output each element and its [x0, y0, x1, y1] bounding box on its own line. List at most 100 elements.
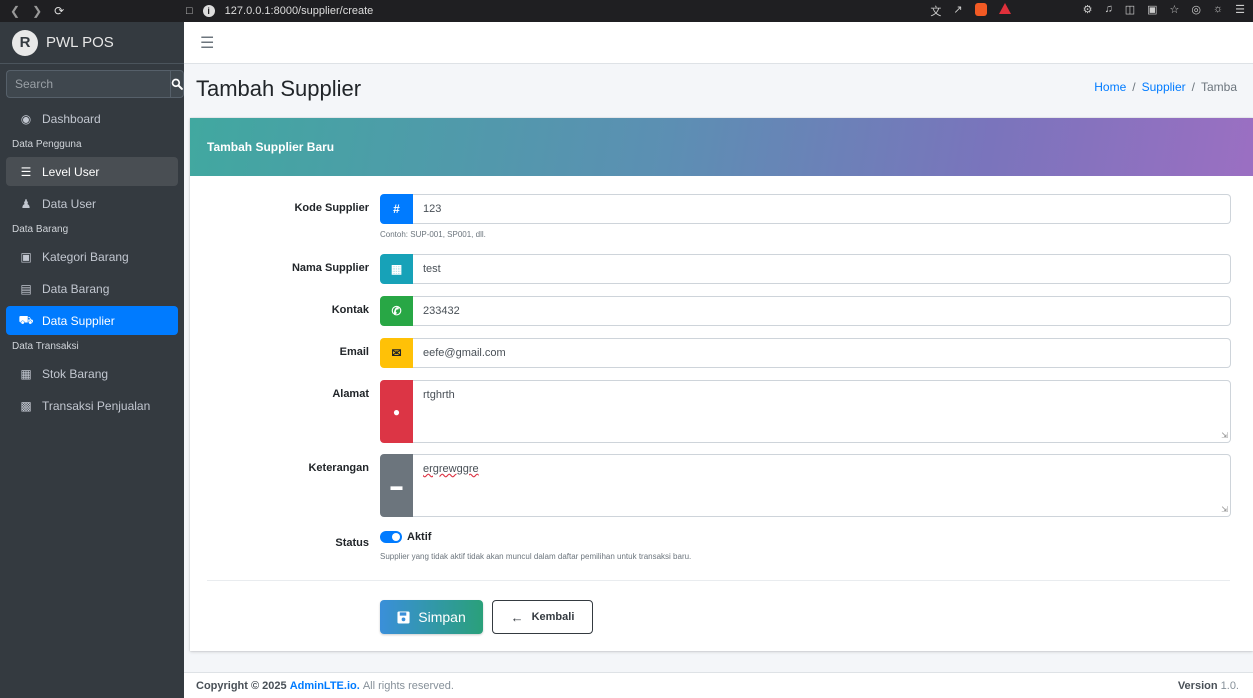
- translate-icon[interactable]: 文: [930, 3, 941, 19]
- sidebar-item-dashboard[interactable]: ◉ Dashboard: [6, 104, 178, 133]
- nama-supplier-label: Nama Supplier: [291, 262, 369, 274]
- keterangan-label: Keterangan: [308, 462, 369, 474]
- save-button[interactable]: Simpan: [380, 600, 483, 634]
- version-label: Version: [1177, 679, 1218, 692]
- search-button[interactable]: [170, 70, 184, 98]
- save-icon: [397, 610, 410, 624]
- sidebar-item-label: Dashboard: [42, 111, 101, 126]
- bookmark-icon[interactable]: □: [186, 5, 193, 17]
- kode-supplier-input[interactable]: 123: [413, 194, 1231, 224]
- kode-supplier-label: Kode Supplier: [294, 202, 369, 214]
- back-button-label: Kembali: [531, 611, 575, 623]
- sidebar-item-label: Level User: [42, 164, 100, 179]
- breadcrumb-separator: /: [1132, 80, 1136, 94]
- kode-supplier-help: Contoh: SUP-001, SP001, dll.: [380, 230, 486, 239]
- share-icon[interactable]: ↗: [953, 3, 962, 19]
- status-help: Supplier yang tidak aktif tidak akan mun…: [380, 552, 692, 561]
- phone-icon: ✆: [380, 296, 413, 326]
- sidebar-item-level-user[interactable]: ☰ Level User: [6, 157, 178, 186]
- back-icon[interactable]: ❮: [10, 4, 20, 18]
- browser-toolbar: ❮ ❯ ⟳ □ i 127.0.0.1:8000/supplier/create…: [0, 0, 1253, 22]
- layer-group-icon: ☰: [20, 164, 32, 179]
- alamat-value: rtghrth: [423, 389, 455, 401]
- sidebar-item-data-user[interactable]: ♟ Data User: [6, 189, 178, 218]
- hamburger-menu-icon[interactable]: ☰: [200, 33, 214, 53]
- footer-copyright: Copyright © 2025: [196, 679, 287, 692]
- status-toggle[interactable]: Aktif: [380, 531, 431, 543]
- user-icon: ♟: [20, 196, 32, 211]
- card-title: Tambah Supplier Baru: [190, 118, 1253, 176]
- sidebar-item-kategori-barang[interactable]: ▣ Kategori Barang: [6, 242, 178, 271]
- alamat-textarea[interactable]: rtghrth ⇲: [413, 380, 1231, 443]
- top-navbar: ☰: [184, 22, 1253, 64]
- reload-icon[interactable]: ⟳: [54, 4, 64, 18]
- brand-link[interactable]: R PWL POS: [0, 22, 184, 64]
- site-info-icon[interactable]: i: [202, 5, 215, 17]
- brave-rewards-icon[interactable]: [998, 3, 1011, 14]
- breadcrumb: Home / Supplier / Tamba: [1094, 80, 1237, 94]
- back-button[interactable]: ← Kembali: [492, 600, 593, 634]
- sidebar-search-input[interactable]: [6, 70, 170, 98]
- main-footer: Copyright © 2025 AdminLTE.io. All rights…: [184, 672, 1253, 698]
- sidebar-item-stok-barang[interactable]: ▦ Stok Barang: [6, 359, 178, 388]
- resize-grip-icon[interactable]: ⇲: [1221, 505, 1228, 514]
- breadcrumb-home[interactable]: Home: [1094, 80, 1126, 94]
- status-label: Status: [335, 537, 369, 549]
- keterangan-textarea[interactable]: ergrewggre ⇲: [413, 454, 1231, 517]
- kontak-input[interactable]: 233432: [413, 296, 1231, 326]
- sidebar-header-barang: Data Barang: [12, 224, 69, 235]
- alamat-group: ● rtghrth ⇲: [380, 380, 1231, 443]
- footer-version: Version 1.0.: [1178, 680, 1239, 692]
- save-button-label: Simpan: [418, 609, 466, 625]
- form-divider: [207, 580, 1230, 581]
- email-label: Email: [339, 346, 369, 358]
- cubes-icon: ▦: [20, 366, 32, 381]
- breadcrumb-supplier[interactable]: Supplier: [1142, 80, 1186, 94]
- wallet-icon[interactable]: ◎: [1191, 3, 1201, 19]
- brave-shield-icon[interactable]: [974, 3, 987, 16]
- brand-text: PWL POS: [46, 34, 114, 51]
- building-icon: ▦: [380, 254, 413, 284]
- sidebar-item-label: Kategori Barang: [42, 249, 129, 264]
- alamat-label: Alamat: [332, 388, 369, 400]
- kode-supplier-group: # 123: [380, 194, 1231, 224]
- forward-icon[interactable]: ❯: [32, 4, 42, 18]
- email-group: ✉ eefe@gmail.com: [380, 338, 1231, 368]
- sticky-note-icon: ▬: [380, 454, 413, 517]
- media-icon[interactable]: ♫: [1104, 3, 1112, 19]
- leo-icon[interactable]: ☼: [1213, 3, 1223, 19]
- sidebar-header-pengguna: Data Pengguna: [12, 139, 82, 150]
- kontak-label: Kontak: [331, 304, 369, 316]
- arrow-left-icon: ←: [510, 609, 524, 625]
- envelope-icon: ✉: [380, 338, 413, 368]
- sidebar-item-label: Data User: [42, 196, 97, 211]
- sidebar-item-label: Transaksi Penjualan: [42, 398, 151, 413]
- email-input[interactable]: eefe@gmail.com: [413, 338, 1231, 368]
- menu-icon[interactable]: ☰: [1235, 3, 1245, 19]
- sidebar-item-label: Stok Barang: [42, 366, 109, 381]
- bookmark-icon: ▣: [20, 249, 32, 264]
- hashtag-icon: #: [380, 194, 413, 224]
- search-icon: [171, 78, 183, 90]
- status-toggle-label: Aktif: [407, 531, 432, 543]
- kontak-group: ✆ 233432: [380, 296, 1231, 326]
- sidebar-item-data-barang[interactable]: ▤ Data Barang: [6, 274, 178, 303]
- sidebar-toggle-icon[interactable]: ◫: [1125, 3, 1135, 19]
- tabs-icon[interactable]: ▣: [1147, 3, 1157, 19]
- resize-grip-icon[interactable]: ⇲: [1221, 431, 1228, 440]
- keterangan-group: ▬ ergrewggre ⇲: [380, 454, 1231, 517]
- sidebar-item-data-supplier[interactable]: ⛟ Data Supplier: [6, 306, 178, 335]
- list-alt-icon: ▤: [20, 281, 32, 296]
- supplier-form-card: Tambah Supplier Baru Kode Supplier # 123…: [190, 118, 1253, 651]
- toggle-switch[interactable]: [380, 531, 402, 543]
- cash-register-icon: ▩: [20, 398, 32, 413]
- favorites-icon[interactable]: ☆: [1170, 3, 1180, 19]
- extensions-icon[interactable]: ⚙: [1083, 3, 1093, 19]
- address-bar[interactable]: 127.0.0.1:8000/supplier/create: [225, 5, 374, 17]
- sidebar-search: [6, 70, 184, 98]
- nama-supplier-input[interactable]: test: [413, 254, 1231, 284]
- footer-brand-link[interactable]: AdminLTE.io.: [290, 680, 360, 692]
- tachometer-icon: ◉: [20, 111, 32, 126]
- sidebar-item-transaksi-penjualan[interactable]: ▩ Transaksi Penjualan: [6, 391, 178, 420]
- page-title: Tambah Supplier: [196, 76, 362, 101]
